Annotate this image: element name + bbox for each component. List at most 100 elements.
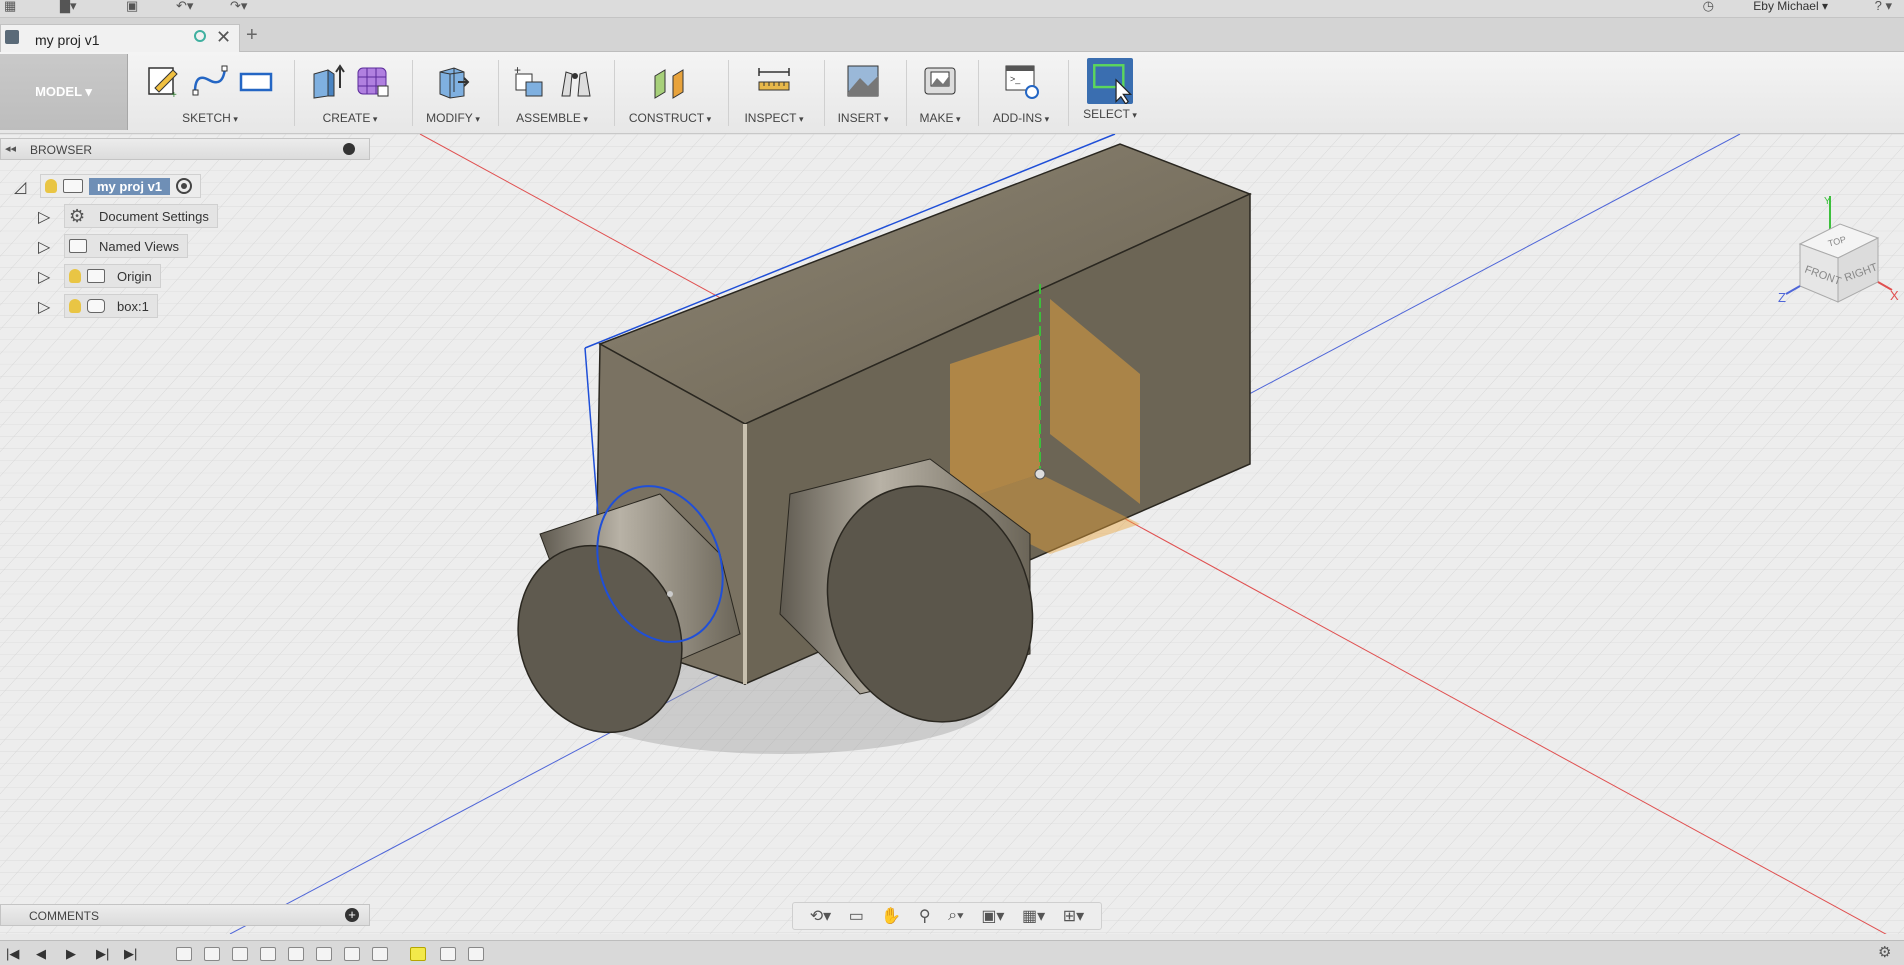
joint-icon[interactable] bbox=[556, 62, 594, 100]
expand-arrow-icon[interactable]: ▷ bbox=[38, 207, 50, 227]
play-icon[interactable]: ▶ bbox=[66, 946, 76, 962]
expand-arrow-icon[interactable]: ▷ bbox=[38, 237, 50, 257]
toolbar-divider bbox=[906, 60, 907, 126]
viewports-icon[interactable]: ⊞▾ bbox=[1063, 906, 1084, 926]
comments-panel[interactable]: COMMENTS + bbox=[0, 904, 370, 926]
pan-icon[interactable]: ✋ bbox=[881, 906, 901, 926]
sketch-label: SKETCH bbox=[140, 111, 280, 125]
rectangle-icon[interactable] bbox=[237, 62, 275, 100]
user-menu[interactable]: Eby Michael ▾ bbox=[1753, 0, 1828, 12]
expand-arrow-icon[interactable]: ▷ bbox=[38, 297, 50, 317]
panel-options-icon[interactable] bbox=[343, 143, 355, 155]
make-group[interactable]: MAKE bbox=[910, 56, 970, 132]
timeline-feature-icon[interactable] bbox=[260, 947, 276, 961]
form-icon[interactable] bbox=[354, 62, 392, 100]
redo-icon[interactable]: ↷▾ bbox=[230, 0, 247, 14]
sketch-group[interactable]: + SKETCH bbox=[140, 56, 280, 132]
line-icon[interactable] bbox=[191, 62, 229, 100]
measure-icon[interactable] bbox=[755, 62, 793, 100]
press-pull-icon[interactable] bbox=[434, 62, 472, 100]
3d-print-icon[interactable] bbox=[921, 62, 959, 100]
orbit-icon[interactable]: ⟲▾ bbox=[810, 906, 831, 926]
scripts-icon[interactable]: >_ bbox=[1002, 62, 1040, 100]
named-views-chip[interactable]: Named Views bbox=[64, 234, 188, 258]
zoom-icon[interactable]: ⚲ bbox=[919, 906, 931, 926]
tree-item-document-settings[interactable]: ▷ ⚙ Document Settings bbox=[38, 204, 258, 228]
file-menu-icon[interactable]: ▇▾ bbox=[60, 0, 77, 14]
help-icon[interactable]: ? ▾ bbox=[1875, 0, 1892, 12]
collapse-panel-icon[interactable]: ◂◂ bbox=[5, 142, 16, 155]
visibility-bulb-icon[interactable] bbox=[45, 179, 57, 193]
timeline-feature-icon[interactable] bbox=[316, 947, 332, 961]
go-to-start-icon[interactable]: |◀ bbox=[6, 946, 19, 962]
axis-y-label: Y bbox=[1824, 196, 1831, 207]
tree-item-named-views[interactable]: ▷ Named Views bbox=[38, 234, 258, 258]
expand-arrow-icon[interactable]: ▷ bbox=[38, 267, 50, 287]
canvas-viewport[interactable]: Y TOP FRONT RIGHT X Z bbox=[0, 134, 1904, 934]
tree-item-origin[interactable]: ▷ Origin bbox=[38, 264, 258, 288]
modify-group[interactable]: MODIFY bbox=[418, 56, 488, 132]
construct-label: CONSTRUCT bbox=[620, 111, 720, 125]
browser-header[interactable]: ◂◂ BROWSER bbox=[0, 138, 370, 160]
new-component-icon[interactable]: + bbox=[510, 62, 548, 100]
insert-label: INSERT bbox=[828, 111, 898, 125]
visibility-bulb-icon[interactable] bbox=[69, 299, 81, 313]
undo-icon[interactable]: ↶▾ bbox=[176, 0, 193, 14]
timeline-feature-icon[interactable] bbox=[176, 947, 192, 961]
3d-scene[interactable] bbox=[0, 134, 1904, 934]
grid-settings-icon[interactable]: ▦▾ bbox=[1022, 906, 1045, 926]
folder-icon bbox=[69, 239, 87, 253]
look-at-icon[interactable]: ▭ bbox=[849, 906, 864, 926]
timeline-feature-icon[interactable] bbox=[344, 947, 360, 961]
app-grid-icon[interactable]: ▦ bbox=[4, 0, 16, 14]
step-forward-icon[interactable]: ▶| bbox=[96, 946, 109, 962]
construct-group[interactable]: CONSTRUCT bbox=[620, 56, 720, 132]
document-tab[interactable]: my proj v1 ✕ bbox=[0, 24, 240, 52]
box-chip[interactable]: box:1 bbox=[64, 294, 158, 318]
toolbar-divider bbox=[294, 60, 295, 126]
add-comment-icon[interactable]: + bbox=[345, 908, 359, 922]
timeline-feature-icon[interactable] bbox=[372, 947, 388, 961]
collapse-arrow-icon[interactable]: ◿ bbox=[14, 177, 26, 197]
save-icon[interactable]: ▣ bbox=[126, 0, 138, 14]
workspace-switcher[interactable]: MODEL ▾ bbox=[0, 54, 128, 130]
origin-chip[interactable]: Origin bbox=[64, 264, 161, 288]
axis-z-label: Z bbox=[1778, 290, 1786, 305]
toolbar-divider bbox=[1068, 60, 1069, 126]
select-icon[interactable] bbox=[1087, 58, 1133, 105]
extrude-icon[interactable] bbox=[308, 62, 346, 100]
timeline-feature-icon[interactable] bbox=[440, 947, 456, 961]
new-tab-button[interactable]: + bbox=[246, 24, 258, 47]
select-group[interactable]: SELECT bbox=[1072, 56, 1148, 132]
job-status-icon[interactable]: ◷ bbox=[1703, 0, 1714, 14]
go-to-end-icon[interactable]: ▶| bbox=[124, 946, 137, 962]
activate-radio-icon[interactable] bbox=[176, 178, 193, 194]
fit-icon[interactable]: ⌕▾ bbox=[948, 907, 964, 925]
tree-item-label: box:1 bbox=[117, 298, 149, 314]
insert-group[interactable]: INSERT bbox=[828, 56, 898, 132]
timeline-feature-icon[interactable] bbox=[288, 947, 304, 961]
timeline-feature-active-icon[interactable] bbox=[410, 947, 426, 961]
add-ins-group[interactable]: >_ ADD-INS bbox=[982, 56, 1060, 132]
display-settings-icon[interactable]: ▣▾ bbox=[981, 906, 1004, 926]
insert-image-icon[interactable] bbox=[844, 62, 882, 100]
root-chip[interactable]: my proj v1 bbox=[40, 174, 202, 198]
assemble-group[interactable]: + ASSEMBLE bbox=[502, 56, 602, 132]
visibility-bulb-icon[interactable] bbox=[69, 269, 81, 283]
timeline-feature-icon[interactable] bbox=[232, 947, 248, 961]
inspect-group[interactable]: INSPECT bbox=[734, 56, 814, 132]
offset-plane-icon[interactable] bbox=[651, 62, 689, 100]
step-back-icon[interactable]: ◀ bbox=[36, 946, 46, 962]
create-group[interactable]: CREATE bbox=[300, 56, 400, 132]
tree-item-box[interactable]: ▷ box:1 bbox=[38, 294, 258, 318]
root-label[interactable]: my proj v1 bbox=[89, 177, 171, 195]
close-tab-icon[interactable]: ✕ bbox=[216, 27, 231, 48]
timeline-feature-icon[interactable] bbox=[468, 947, 484, 961]
timeline-feature-icon[interactable] bbox=[204, 947, 220, 961]
create-sketch-icon[interactable]: + bbox=[145, 62, 183, 101]
timeline-settings-icon[interactable]: ⚙ bbox=[1878, 944, 1896, 962]
navigation-bar: ⟲▾ ▭ ✋ ⚲ ⌕▾ ▣▾ ▦▾ ⊞▾ bbox=[792, 902, 1102, 930]
view-cube[interactable]: Y TOP FRONT RIGHT X Z bbox=[1760, 194, 1900, 324]
document-settings-chip[interactable]: ⚙ Document Settings bbox=[64, 204, 218, 228]
tree-root[interactable]: ◿ my proj v1 bbox=[14, 174, 234, 198]
